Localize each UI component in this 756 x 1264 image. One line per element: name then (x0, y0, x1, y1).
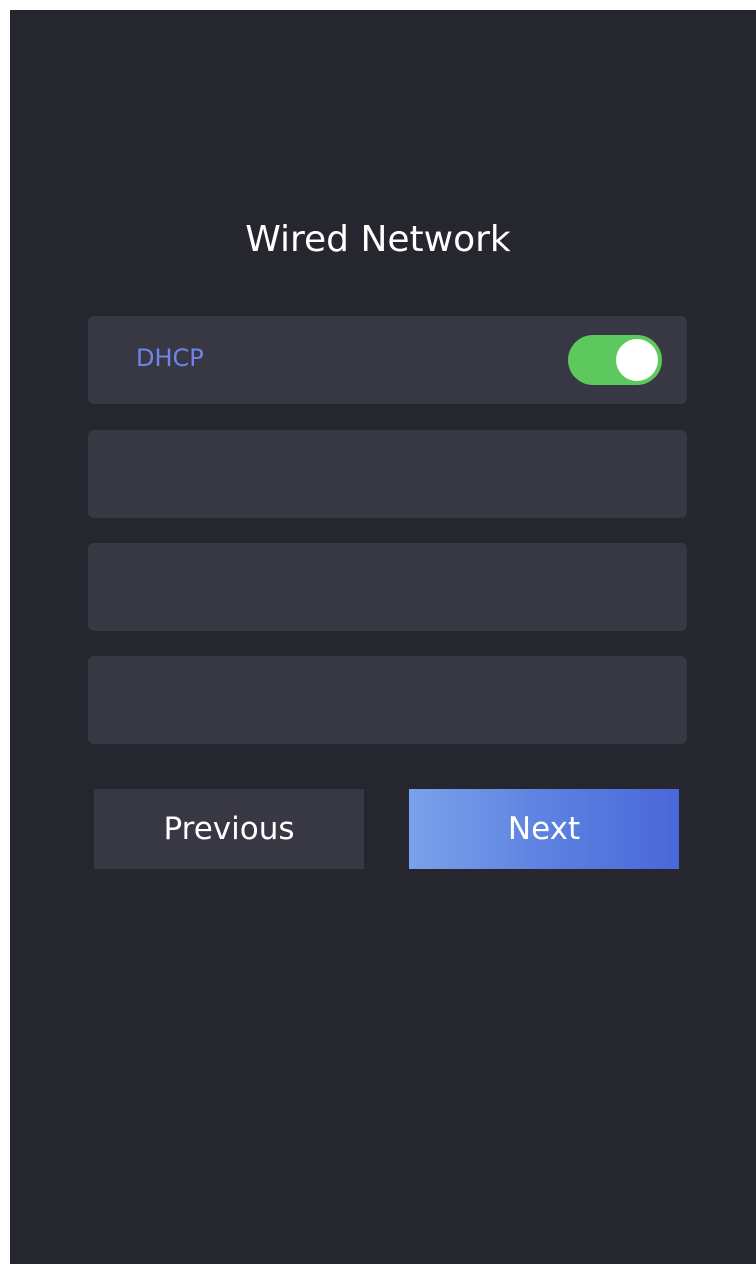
setup-screen: Wired Network DHCP Previous Next (10, 10, 756, 1264)
dhcp-row: DHCP (88, 316, 687, 404)
subnet-mask-field[interactable] (128, 565, 332, 611)
ip-address-field[interactable] (128, 452, 312, 498)
subnet-mask-row (88, 543, 687, 631)
dhcp-label: DHCP (136, 344, 204, 372)
ip-address-row (88, 430, 687, 518)
next-button[interactable]: Next (409, 789, 679, 869)
toggle-knob (616, 339, 658, 381)
gateway-row (88, 656, 687, 744)
page-title: Wired Network (245, 219, 511, 260)
previous-button[interactable]: Previous (94, 789, 364, 869)
gateway-field[interactable] (128, 678, 272, 724)
dhcp-toggle[interactable] (568, 335, 662, 385)
